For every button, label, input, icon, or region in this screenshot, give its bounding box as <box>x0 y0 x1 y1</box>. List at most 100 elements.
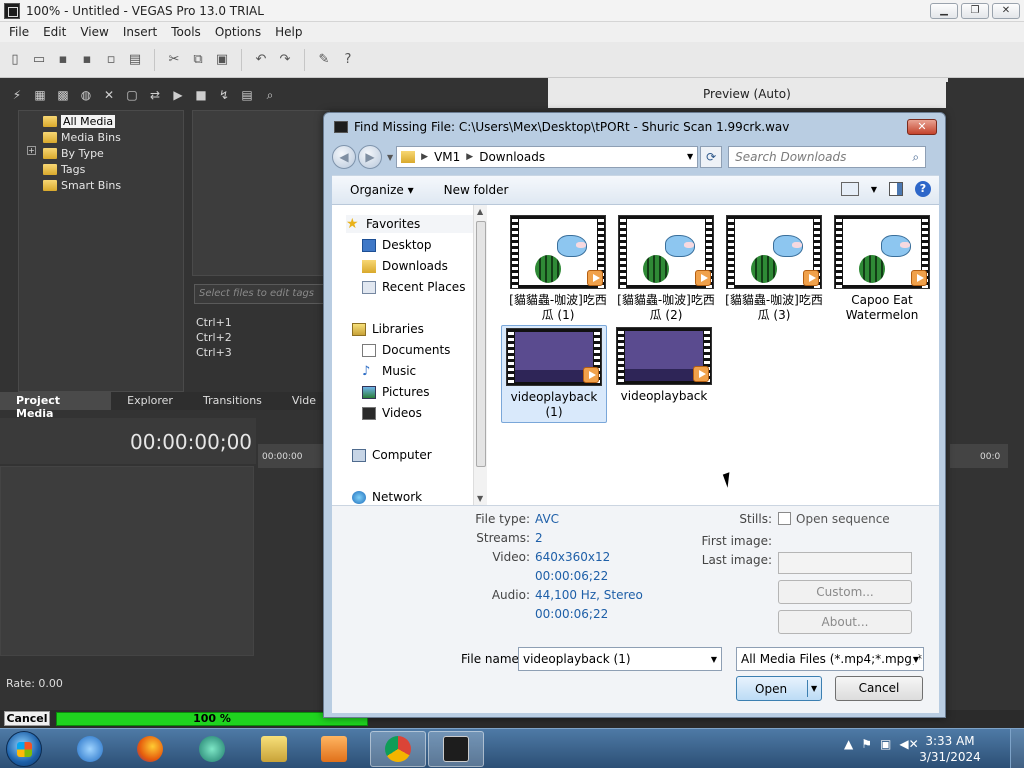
redo-icon[interactable]: ↷ <box>274 49 296 71</box>
menu-options[interactable]: Options <box>208 25 268 39</box>
file-item[interactable]: videoplayback <box>611 327 717 404</box>
auto-preview-icon[interactable]: ↯ <box>215 86 233 104</box>
file-name-input[interactable]: videoplayback (1) ▼ <box>518 647 722 671</box>
save-icon[interactable]: ▪ <box>52 49 74 71</box>
nav-libraries[interactable]: Libraries <box>352 320 424 338</box>
preview-pane-icon[interactable] <box>889 182 903 196</box>
open-folder-icon[interactable]: ▭ <box>28 49 50 71</box>
address-bar[interactable]: ▶ VM1 ▶ Downloads ▼ <box>396 146 699 168</box>
remove-unused-media-icon[interactable]: ◍ <box>77 86 95 104</box>
tree-item-by-type[interactable]: By Type <box>43 145 104 161</box>
taskbar-vegas[interactable] <box>428 731 484 767</box>
show-desktop-button[interactable] <box>1010 729 1024 768</box>
nav-music[interactable]: ♪ Music <box>362 362 416 380</box>
recent-locations-dropdown-icon[interactable]: ▼ <box>387 153 393 162</box>
expand-toggle-icon[interactable]: + <box>27 146 36 155</box>
system-clock[interactable]: 3:33 AM 3/31/2024 <box>918 733 982 765</box>
menu-help[interactable]: Help <box>268 25 309 39</box>
undo-icon[interactable]: ↶ <box>250 49 272 71</box>
nav-videos[interactable]: Videos <box>362 404 422 422</box>
preview-quality-select[interactable]: Preview (Auto) <box>703 87 791 101</box>
tab-explorer[interactable]: Explorer <box>111 392 187 410</box>
breadcrumb-separator-icon[interactable]: ▶ <box>466 152 473 162</box>
address-dropdown-icon[interactable]: ▼ <box>687 152 693 161</box>
copy-icon[interactable]: ⧉ <box>187 49 209 71</box>
media-list-pane[interactable] <box>192 110 330 276</box>
paste-icon[interactable]: ▣ <box>211 49 233 71</box>
dialog-close-button[interactable]: ✕ <box>907 119 937 135</box>
tree-item-smart-bins[interactable]: Smart Bins <box>43 177 121 193</box>
nav-documents[interactable]: Documents <box>362 341 450 359</box>
nav-favorites[interactable]: ★ Favorites <box>346 215 486 233</box>
minimize-button[interactable]: ▁ <box>930 3 958 19</box>
file-item[interactable]: [貓貓蟲-咖波]吃西瓜 (3) <box>721 215 827 323</box>
properties-icon[interactable]: ▤ <box>124 49 146 71</box>
help-icon[interactable]: ? <box>915 181 931 197</box>
nav-desktop[interactable]: Desktop <box>362 236 432 254</box>
views-icon[interactable]: ▤ <box>238 86 256 104</box>
stop-icon[interactable]: ■ <box>192 86 210 104</box>
file-item[interactable]: Capoo Eat Watermelon <box>829 215 935 323</box>
help-pointer-icon[interactable]: ? <box>337 49 359 71</box>
breadcrumb-separator-icon[interactable]: ▶ <box>421 152 428 162</box>
organize-button[interactable]: Organize ▾ <box>350 183 414 197</box>
maximize-button[interactable]: ❐ <box>961 3 989 19</box>
search-downloads-input[interactable]: Search Downloads ⌕ <box>728 146 927 168</box>
timeline-ruler[interactable]: 00:00:00 <box>258 444 330 468</box>
normal-edit-tool-icon[interactable]: ✎ <box>313 49 335 71</box>
refresh-icon[interactable]: ⟳ <box>700 146 723 168</box>
taskbar-file-explorer[interactable] <box>246 731 302 767</box>
file-item-selected[interactable]: videoplayback (1) <box>501 325 607 423</box>
nav-pictures[interactable]: Pictures <box>362 383 430 401</box>
tab-transitions[interactable]: Transitions <box>187 392 276 410</box>
close-button[interactable]: ✕ <box>992 3 1020 19</box>
get-media-icon[interactable]: ▩ <box>54 86 72 104</box>
cancel-button[interactable]: Cancel <box>835 676 923 701</box>
filter-dropdown-icon[interactable]: ▼ <box>910 655 919 664</box>
file-name-dropdown-icon[interactable]: ▼ <box>711 655 717 664</box>
nav-recent-places[interactable]: Recent Places <box>362 278 465 296</box>
file-item[interactable]: [貓貓蟲-咖波]吃西瓜 (2) <box>613 215 719 323</box>
track-list-area[interactable] <box>0 466 254 656</box>
show-hidden-icons-icon[interactable]: ▲ <box>844 737 853 751</box>
open-button[interactable]: Open ▼ <box>736 676 822 701</box>
menu-insert[interactable]: Insert <box>116 25 164 39</box>
tree-item-media-bins[interactable]: Media Bins <box>43 129 121 145</box>
nav-computer[interactable]: Computer <box>352 446 432 464</box>
media-properties-icon[interactable]: ▢ <box>123 86 141 104</box>
tab-project-media[interactable]: Project Media <box>0 392 112 420</box>
media-fx-icon[interactable]: ⇄ <box>146 86 164 104</box>
navigation-scrollbar[interactable]: ▲ ▼ <box>473 205 487 505</box>
menu-tools[interactable]: Tools <box>164 25 208 39</box>
search-icon[interactable]: ⌕ <box>912 150 919 165</box>
save-as-icon[interactable]: ▪ <box>76 49 98 71</box>
tab-video-fx[interactable]: Vide <box>276 392 330 410</box>
open-dropdown-icon[interactable]: ▼ <box>811 684 817 693</box>
remove-media-icon[interactable]: ✕ <box>100 86 118 104</box>
play-icon[interactable]: ▶ <box>169 86 187 104</box>
file-type-filter-select[interactable]: All Media Files (*.mp4;*.mpg;*.j ▼ <box>736 647 924 671</box>
taskbar-internet-explorer[interactable] <box>62 731 118 767</box>
cancel-loading-button[interactable]: Cancel <box>4 711 50 726</box>
taskbar-media-center[interactable] <box>184 731 240 767</box>
action-center-flag-icon[interactable]: ⚑ <box>861 737 872 751</box>
breadcrumb-vm1[interactable]: VM1 <box>434 150 460 164</box>
scroll-down-icon[interactable]: ▼ <box>477 494 483 503</box>
start-button[interactable] <box>6 731 42 767</box>
tree-item-all-media[interactable]: All Media <box>43 113 116 129</box>
new-folder-button[interactable]: New folder <box>444 183 509 197</box>
volume-muted-icon[interactable]: ◀✕ <box>899 737 918 751</box>
back-icon[interactable]: ◀ <box>332 145 356 169</box>
forward-icon[interactable]: ▶ <box>358 145 382 169</box>
import-media-icon[interactable]: ⚡ <box>8 86 26 104</box>
taskbar-firefox[interactable] <box>122 731 178 767</box>
view-dropdown-icon[interactable]: ▼ <box>871 185 877 194</box>
network-tray-icon[interactable]: ▣ <box>880 737 891 751</box>
menu-file[interactable]: File <box>2 25 36 39</box>
capture-video-icon[interactable]: ▦ <box>31 86 49 104</box>
menu-edit[interactable]: Edit <box>36 25 73 39</box>
breadcrumb-downloads[interactable]: Downloads <box>479 150 545 164</box>
search-icon[interactable]: ⌕ <box>261 86 279 104</box>
open-sequence-checkbox[interactable] <box>778 512 791 525</box>
tree-item-tags[interactable]: Tags <box>43 161 85 177</box>
